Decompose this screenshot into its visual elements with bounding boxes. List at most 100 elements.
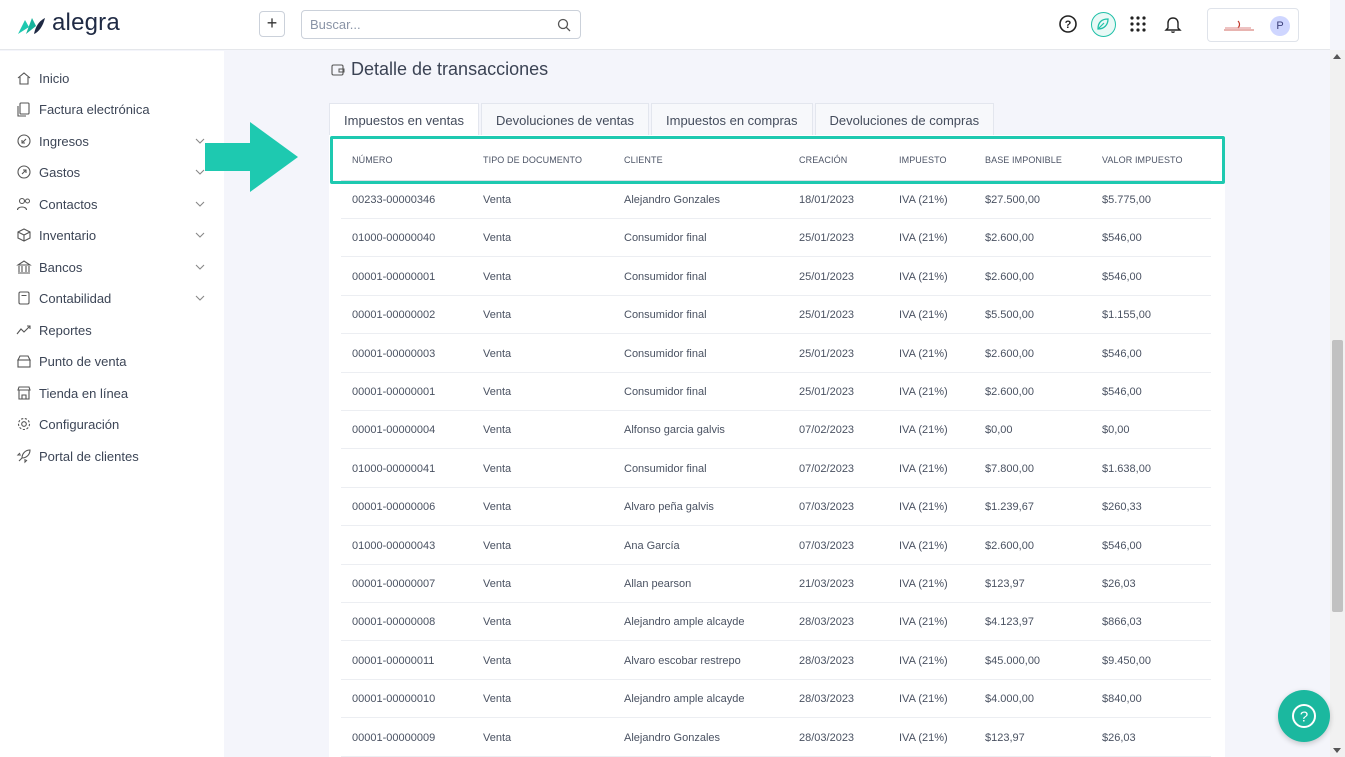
svg-text:?: ? <box>1300 709 1308 726</box>
cell-numero: 01000-00000043 <box>352 539 436 552</box>
column-header-tipo[interactable]: TIPO DE DOCUMENTO <box>483 155 582 165</box>
documents-icon <box>17 102 30 117</box>
cell-creacion: 28/03/2023 <box>799 731 855 744</box>
sidebar-item-ingresos[interactable]: Ingresos <box>0 127 224 155</box>
sidebar-item-factura[interactable]: Factura electrónica <box>0 95 224 123</box>
table-row[interactable]: 00001-00000007 Venta Allan pearson 21/03/20… <box>341 565 1211 603</box>
cell-numero: 00001-00000004 <box>352 424 436 437</box>
sidebar-item-punto-de-venta[interactable]: Punto de venta <box>0 347 224 375</box>
tab-impuestos-ventas[interactable]: Impuestos en ventas <box>329 103 479 135</box>
cell-creacion: 07/02/2023 <box>799 462 855 475</box>
chevron-down-icon[interactable] <box>194 292 206 304</box>
brand-name: alegra <box>52 9 120 36</box>
cell-tipo: Venta <box>483 194 512 206</box>
cell-valor: $546,00 <box>1102 386 1142 398</box>
column-header-numero[interactable]: NÚMERO <box>352 155 393 165</box>
chevron-down-icon[interactable] <box>194 198 206 210</box>
cell-numero: 00001-00000011 <box>352 654 435 667</box>
cell-cliente: Alvaro escobar restrepo <box>624 654 741 667</box>
sidebar-item-contabilidad[interactable]: Contabilidad <box>0 284 224 312</box>
cell-base: $5.500,00 <box>985 309 1034 322</box>
cell-tipo: Venta <box>483 693 512 706</box>
cell-creacion: 25/01/2023 <box>799 232 855 245</box>
tab-impuestos-compras[interactable]: Impuestos en compras <box>651 103 813 135</box>
table-row[interactable]: 00001-00000008 Venta Alejandro ample alcay… <box>341 603 1211 642</box>
transaction-tabs: Impuestos en ventas Devoluciones de vent… <box>329 103 996 135</box>
search-box[interactable] <box>301 10 581 39</box>
cell-valor: $9.450,00 <box>1102 654 1151 667</box>
cell-valor: $546,00 <box>1102 232 1142 245</box>
sidebar-item-label: Gastos <box>39 164 81 180</box>
eco-leaf-icon[interactable] <box>1091 12 1116 37</box>
cell-cliente: Consumidor final <box>624 232 707 245</box>
cell-base: $123,97 <box>985 731 1025 744</box>
sidebar-item-bancos[interactable]: Bancos <box>0 253 224 281</box>
table-row[interactable]: 01000-00000043 Venta Ana García 07/03/2023 I… <box>341 527 1211 565</box>
alegra-logo[interactable]: alegra <box>16 9 120 37</box>
sidebar-item-portal-clientes[interactable]: Portal de clientes <box>0 442 224 470</box>
cell-numero: 00001-00000009 <box>352 731 436 744</box>
cell-base: $7.800,00 <box>985 462 1034 475</box>
table-row[interactable]: 00001-00000009 Venta Alejandro Gonzales 28/… <box>341 719 1211 757</box>
cell-numero: 00001-00000008 <box>352 616 436 629</box>
cell-cliente: Alejandro Gonzales <box>624 194 721 206</box>
add-new-button[interactable]: + <box>259 11 285 37</box>
tab-devoluciones-compras[interactable]: Devoluciones de compras <box>814 103 995 135</box>
cell-cliente: Ana García <box>624 539 680 552</box>
transactions-table: NÚMERO TIPO DE DOCUMENTO CLIENTE CREACIÓ… <box>329 135 1225 757</box>
sidebar-item-tienda[interactable]: Tienda en línea <box>0 379 224 407</box>
table-row[interactable]: 00001-00000011 Venta Alvaro escobar restre… <box>341 642 1211 680</box>
company-switcher[interactable]: P <box>1207 8 1299 42</box>
sidebar-item-inicio[interactable]: Inicio <box>0 64 224 92</box>
cell-valor: $546,00 <box>1102 270 1142 283</box>
cell-tipo: Venta <box>483 616 512 629</box>
cell-base: $123,97 <box>985 578 1025 590</box>
cell-numero: 00001-00000001 <box>352 386 436 398</box>
tab-devoluciones-ventas[interactable]: Devoluciones de ventas <box>480 103 649 135</box>
contacts-icon <box>16 197 30 211</box>
table-row[interactable]: 00001-00000001 Venta Consumidor final 25/01… <box>341 258 1211 296</box>
cell-impuesto: IVA (21%) <box>899 309 948 322</box>
help-chat-button[interactable]: ? <box>1278 690 1330 742</box>
table-row[interactable]: 00001-00000004 Venta Alfonso garcia galvis… <box>341 411 1211 450</box>
column-header-creacion[interactable]: CREACIÓN <box>799 155 847 165</box>
apps-grid-icon[interactable] <box>1127 13 1149 35</box>
search-icon[interactable] <box>557 18 571 32</box>
table-row[interactable]: 01000-00000040 Venta Consumidor final 25/01… <box>341 219 1211 258</box>
chevron-down-icon[interactable] <box>194 229 206 241</box>
page-scrollbar[interactable] <box>1330 50 1345 757</box>
sidebar-item-reportes[interactable]: Reportes <box>0 316 224 344</box>
column-header-cliente[interactable]: CLIENTE <box>624 155 663 165</box>
sidebar-item-inventario[interactable]: Inventario <box>0 221 224 249</box>
cell-numero: 00001-00000001 <box>352 270 436 283</box>
table-row[interactable]: 00233-00000346 Venta Alejandro Gonzales 18/… <box>341 181 1211 219</box>
sidebar-item-contactos[interactable]: Contactos <box>0 190 224 218</box>
sidebar-item-gastos[interactable]: Gastos <box>0 158 224 186</box>
cell-impuesto: IVA (21%) <box>899 270 948 283</box>
page-title: Detalle de transacciones <box>331 59 548 80</box>
table-row[interactable]: 01000-00000041 Venta Consumidor final 07/02… <box>341 450 1211 488</box>
search-input[interactable] <box>302 11 542 38</box>
column-header-valor[interactable]: VALOR IMPUESTO <box>1102 155 1183 165</box>
sidebar-item-configuracion[interactable]: Configuración <box>0 410 224 438</box>
cell-creacion: 07/02/2023 <box>799 424 855 437</box>
sidebar: Inicio Factura electrónica Ingresos Gast… <box>0 51 224 757</box>
table-row[interactable]: 00001-00000006 Venta Alvaro peña galvis 07/… <box>341 488 1211 527</box>
chevron-down-icon[interactable] <box>194 261 206 273</box>
table-row[interactable]: 00001-00000002 Venta Consumidor final 25/01… <box>341 296 1211 335</box>
column-header-impuesto[interactable]: IMPUESTO <box>899 155 947 165</box>
cell-creacion: 28/03/2023 <box>799 654 855 667</box>
column-header-base[interactable]: BASE IMPONIBLE <box>985 155 1062 165</box>
cell-valor: $546,00 <box>1102 347 1142 360</box>
scroll-down-arrow-icon[interactable] <box>1333 748 1341 753</box>
table-row[interactable]: 00001-00000003 Venta Consumidor final 25/01… <box>341 335 1211 373</box>
help-icon[interactable]: ? <box>1057 13 1079 35</box>
scroll-thumb[interactable] <box>1332 340 1343 612</box>
table-row[interactable]: 00001-00000001 Venta Consumidor final 25/01… <box>341 373 1211 411</box>
bell-icon[interactable] <box>1162 13 1184 35</box>
table-row[interactable]: 00001-00000010 Venta Alejandro ample alcay… <box>341 680 1211 719</box>
cell-tipo: Venta <box>483 424 512 437</box>
chart-line-icon <box>16 325 31 335</box>
user-avatar[interactable]: P <box>1270 16 1290 36</box>
scroll-up-arrow-icon[interactable] <box>1333 54 1341 59</box>
